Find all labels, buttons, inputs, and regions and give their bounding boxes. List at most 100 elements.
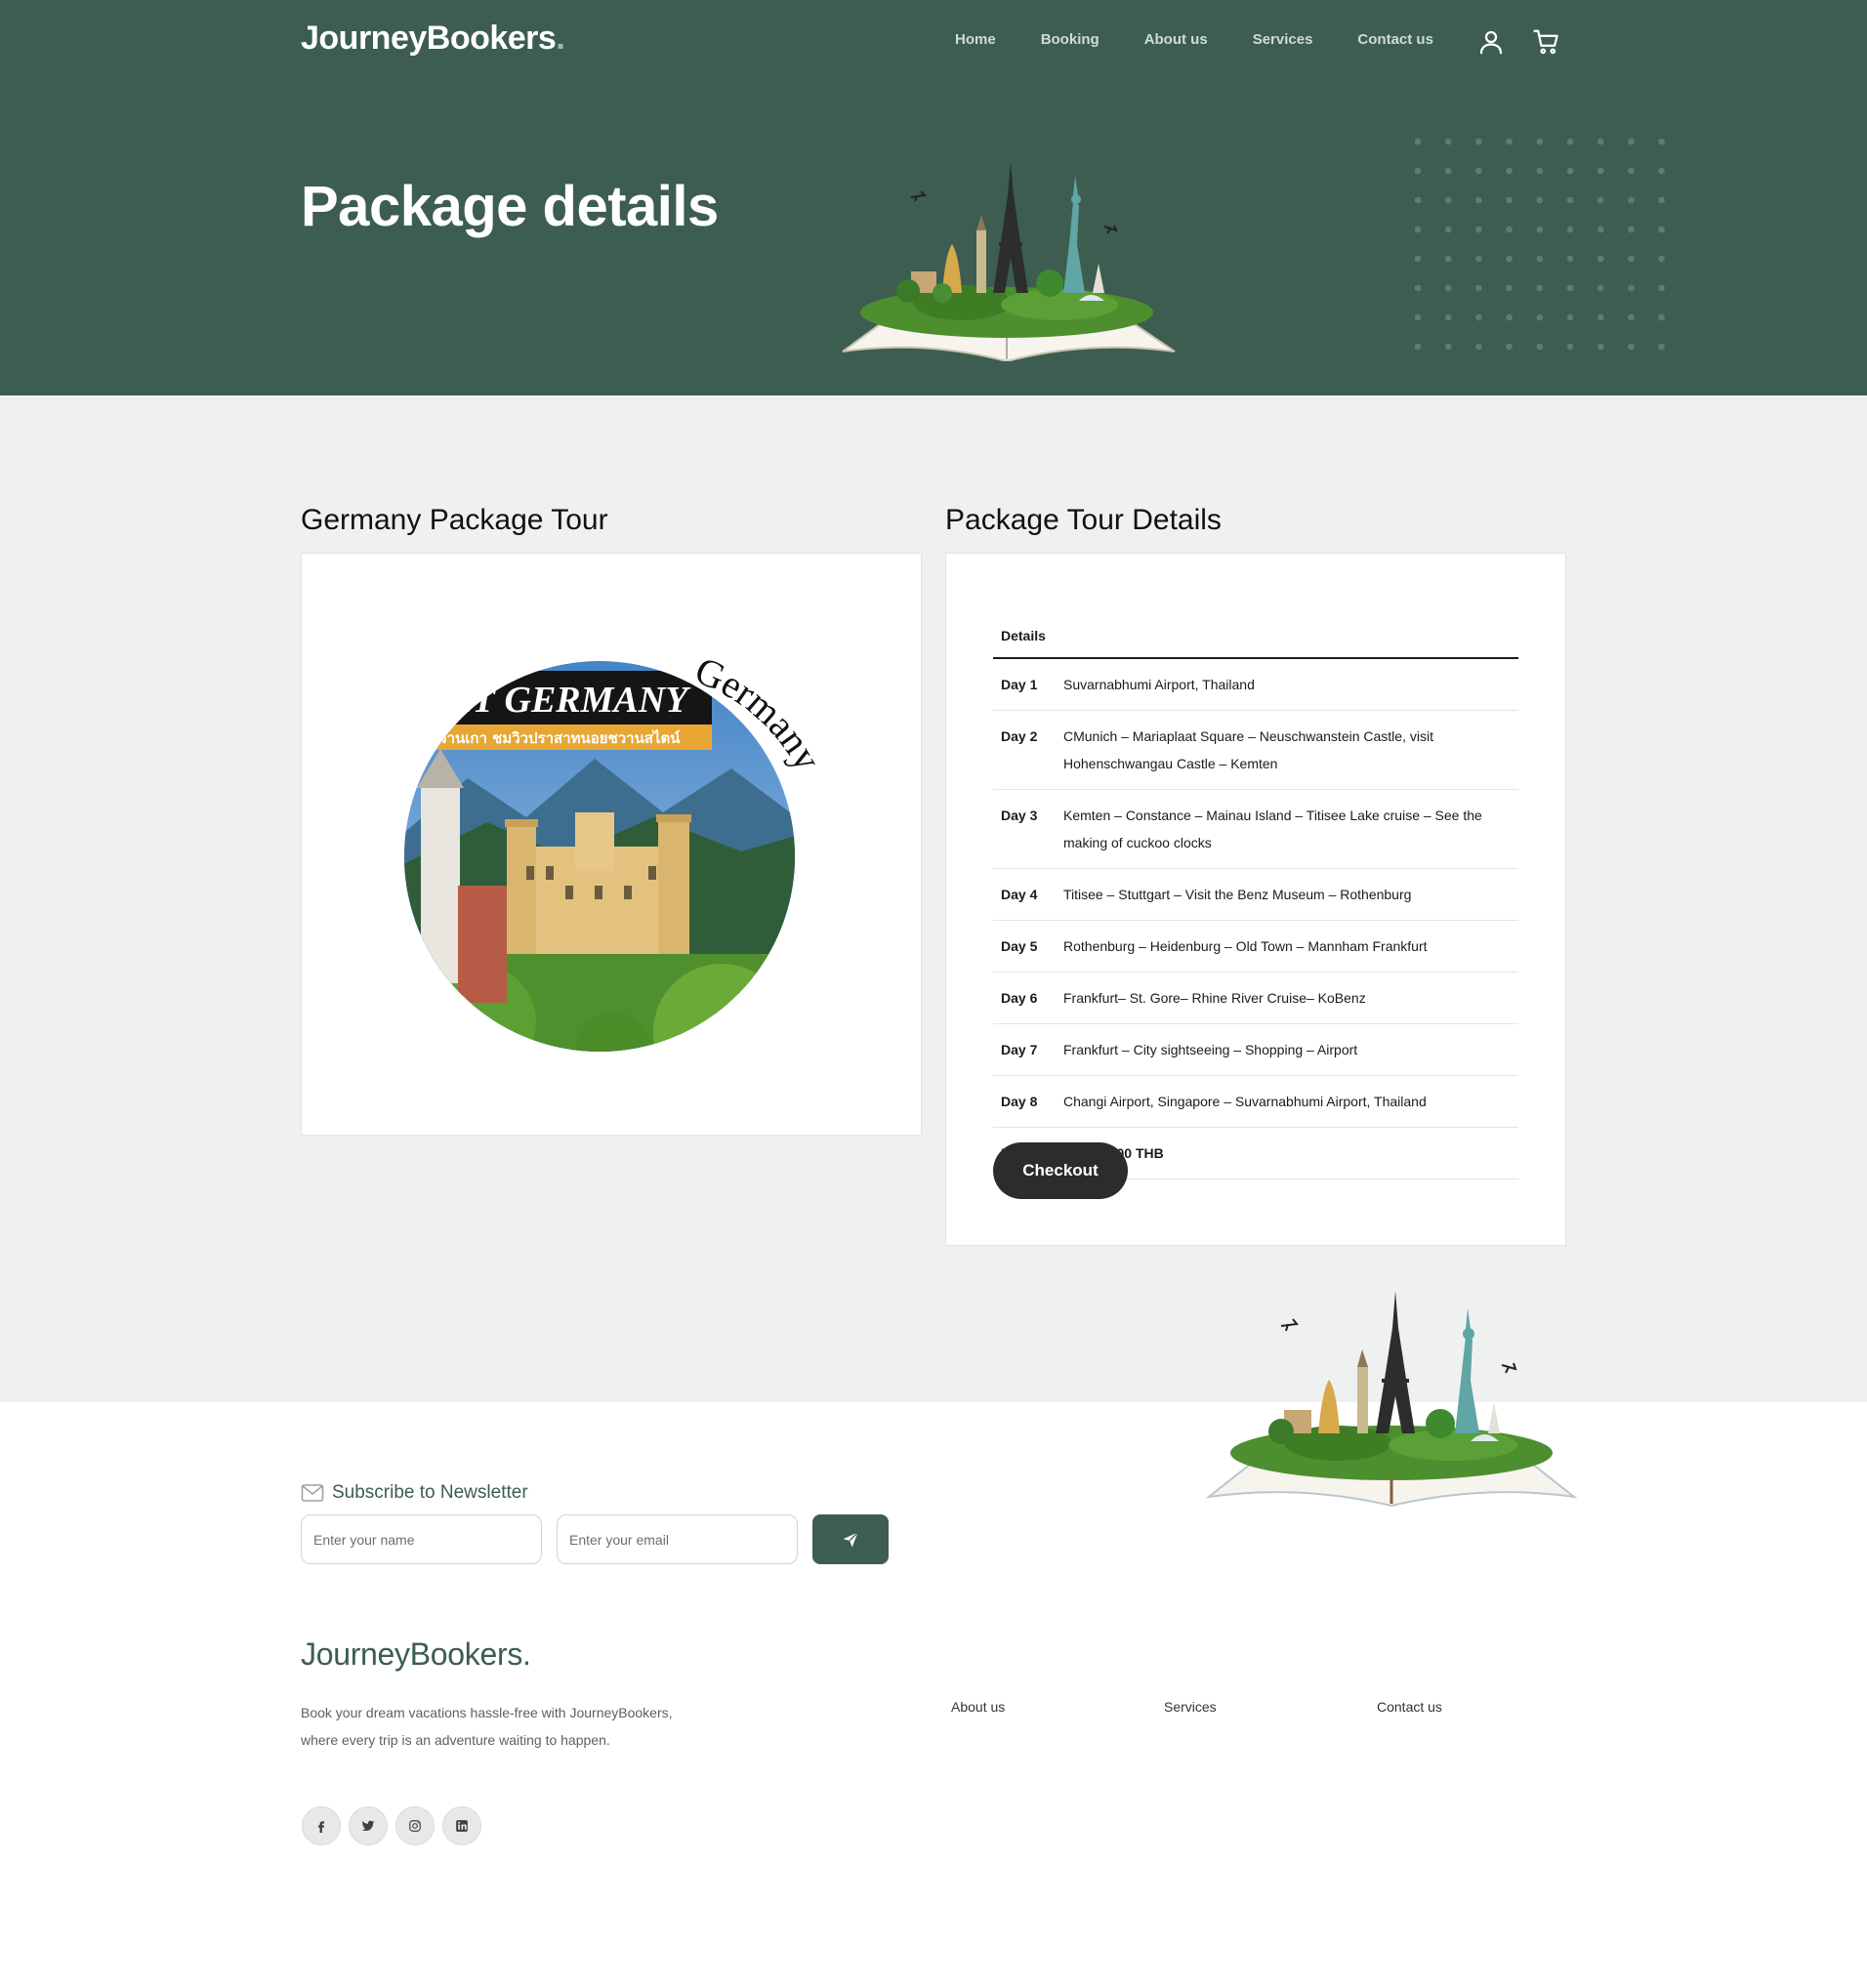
pattern-dot	[1566, 284, 1574, 292]
pattern-dot	[1506, 343, 1513, 351]
day-label: Day 2	[993, 710, 1056, 790]
pattern-dot	[1597, 284, 1604, 292]
pattern-dot	[1658, 138, 1665, 145]
twitter-icon[interactable]	[349, 1806, 388, 1845]
pattern-dot	[1536, 284, 1544, 292]
footer-book-illustration	[1205, 1291, 1578, 1507]
pattern-dot	[1414, 167, 1422, 175]
newsletter-email-input[interactable]	[557, 1514, 798, 1564]
day-description: Suvarnabhumi Airport, Thailand	[1056, 658, 1518, 711]
pattern-dot	[1414, 226, 1422, 233]
checkout-button[interactable]: Checkout	[993, 1142, 1128, 1199]
pattern-dot	[1444, 284, 1452, 292]
nav-about[interactable]: About us	[1144, 31, 1208, 48]
pattern-dot	[1658, 255, 1665, 263]
pattern-dot	[1414, 138, 1422, 145]
pattern-dot	[1628, 138, 1635, 145]
day-description: CMunich – Mariaplaat Square – Neuschwans…	[1056, 710, 1518, 790]
pattern-dot	[1414, 313, 1422, 321]
pattern-dot	[1597, 196, 1604, 204]
day-description: Rothenburg – Heidenburg – Old Town – Man…	[1056, 920, 1518, 973]
pattern-dot	[1658, 313, 1665, 321]
nav-home[interactable]: Home	[955, 31, 996, 48]
nav-contact[interactable]: Contact us	[1357, 31, 1433, 48]
itinerary-table: Details Day 1 Suvarnabhumi Airport, Thai…	[993, 612, 1518, 1180]
facebook-icon[interactable]	[302, 1806, 341, 1845]
table-row: Day 1 Suvarnabhumi Airport, Thailand	[993, 658, 1518, 711]
table-row: Day 6 Frankfurt– St. Gore– Rhine River C…	[993, 972, 1518, 1024]
footer-link-about[interactable]: About us	[951, 1699, 1005, 1715]
pattern-dot	[1536, 343, 1544, 351]
main-nav: Home Booking About us Services Contact u…	[955, 31, 1478, 48]
day-description: Changi Airport, Singapore – Suvarnabhumi…	[1056, 1075, 1518, 1128]
table-row: Day 5 Rothenburg – Heidenburg – Old Town…	[993, 920, 1518, 973]
newsletter-title: Subscribe to Newsletter	[332, 1482, 528, 1503]
tour-details-card: Details Day 1 Suvarnabhumi Airport, Thai…	[945, 553, 1566, 1246]
table-row: Day 7 Frankfurt – City sightseeing – Sho…	[993, 1023, 1518, 1076]
pattern-dot	[1658, 343, 1665, 351]
pattern-dot	[1475, 167, 1482, 175]
brand-logo[interactable]: JourneyBookers.	[301, 20, 565, 58]
pattern-dot	[1566, 343, 1574, 351]
pattern-dot	[1597, 343, 1604, 351]
pattern-dot	[1536, 196, 1544, 204]
brand-dot: .	[556, 20, 565, 57]
details-title: Package Tour Details	[945, 504, 1222, 536]
pattern-dot	[1506, 167, 1513, 175]
pattern-dot	[1628, 284, 1635, 292]
pattern-dot	[1658, 226, 1665, 233]
footer-description: Book your dream vacations hassle-free wi…	[301, 1705, 673, 1748]
cart-icon[interactable]	[1532, 27, 1561, 57]
pattern-dot	[1597, 255, 1604, 263]
pattern-dot	[1444, 226, 1452, 233]
table-row: Day 4 Titisee – Stuttgart – Visit the Be…	[993, 868, 1518, 921]
pattern-dot	[1475, 343, 1482, 351]
linkedin-icon[interactable]	[442, 1806, 481, 1845]
day-label: Day 3	[993, 789, 1056, 869]
newsletter-heading: Subscribe to Newsletter	[301, 1482, 528, 1504]
day-label: Day 1	[993, 658, 1056, 711]
footer-logo[interactable]: JourneyBookers.	[301, 1636, 531, 1673]
pattern-dot	[1475, 313, 1482, 321]
footer-link-services[interactable]: Services	[1164, 1699, 1217, 1715]
pattern-dot	[1597, 226, 1604, 233]
newsletter-submit-button[interactable]	[812, 1514, 889, 1564]
pattern-dot	[1658, 167, 1665, 175]
pattern-dot	[1566, 196, 1574, 204]
footer	[0, 1402, 1867, 1988]
pattern-dot	[1475, 138, 1482, 145]
pattern-dot	[1536, 167, 1544, 175]
pattern-dot	[1475, 196, 1482, 204]
tour-title: Germany Package Tour	[301, 504, 608, 536]
pattern-dot	[1566, 226, 1574, 233]
pattern-dot	[1536, 138, 1544, 145]
day-description: Frankfurt – City sightseeing – Shopping …	[1056, 1023, 1518, 1076]
newsletter-name-input[interactable]	[301, 1514, 542, 1564]
pattern-dot	[1506, 255, 1513, 263]
pattern-dot	[1536, 255, 1544, 263]
pattern-dot	[1506, 313, 1513, 321]
pattern-dot	[1444, 167, 1452, 175]
nav-booking[interactable]: Booking	[1041, 31, 1099, 48]
pattern-dot	[1566, 138, 1574, 145]
pattern-dot	[1444, 138, 1452, 145]
pattern-dot	[1658, 284, 1665, 292]
nav-services[interactable]: Services	[1253, 31, 1313, 48]
table-header: Details	[993, 612, 1518, 659]
day-label: Day 4	[993, 868, 1056, 921]
page-title: Package details	[301, 175, 719, 238]
pattern-dot	[1506, 284, 1513, 292]
brand-name: JourneyBookers	[301, 20, 557, 57]
day-label: Day 6	[993, 972, 1056, 1024]
pattern-dot	[1628, 255, 1635, 263]
pattern-dot	[1506, 196, 1513, 204]
pattern-dot	[1414, 196, 1422, 204]
pattern-dot	[1414, 284, 1422, 292]
pattern-dot	[1475, 284, 1482, 292]
pattern-dot	[1536, 226, 1544, 233]
instagram-icon[interactable]	[395, 1806, 435, 1845]
user-icon[interactable]	[1476, 27, 1506, 57]
pattern-dot	[1444, 313, 1452, 321]
footer-link-contact[interactable]: Contact us	[1377, 1699, 1442, 1715]
pattern-dot	[1628, 313, 1635, 321]
